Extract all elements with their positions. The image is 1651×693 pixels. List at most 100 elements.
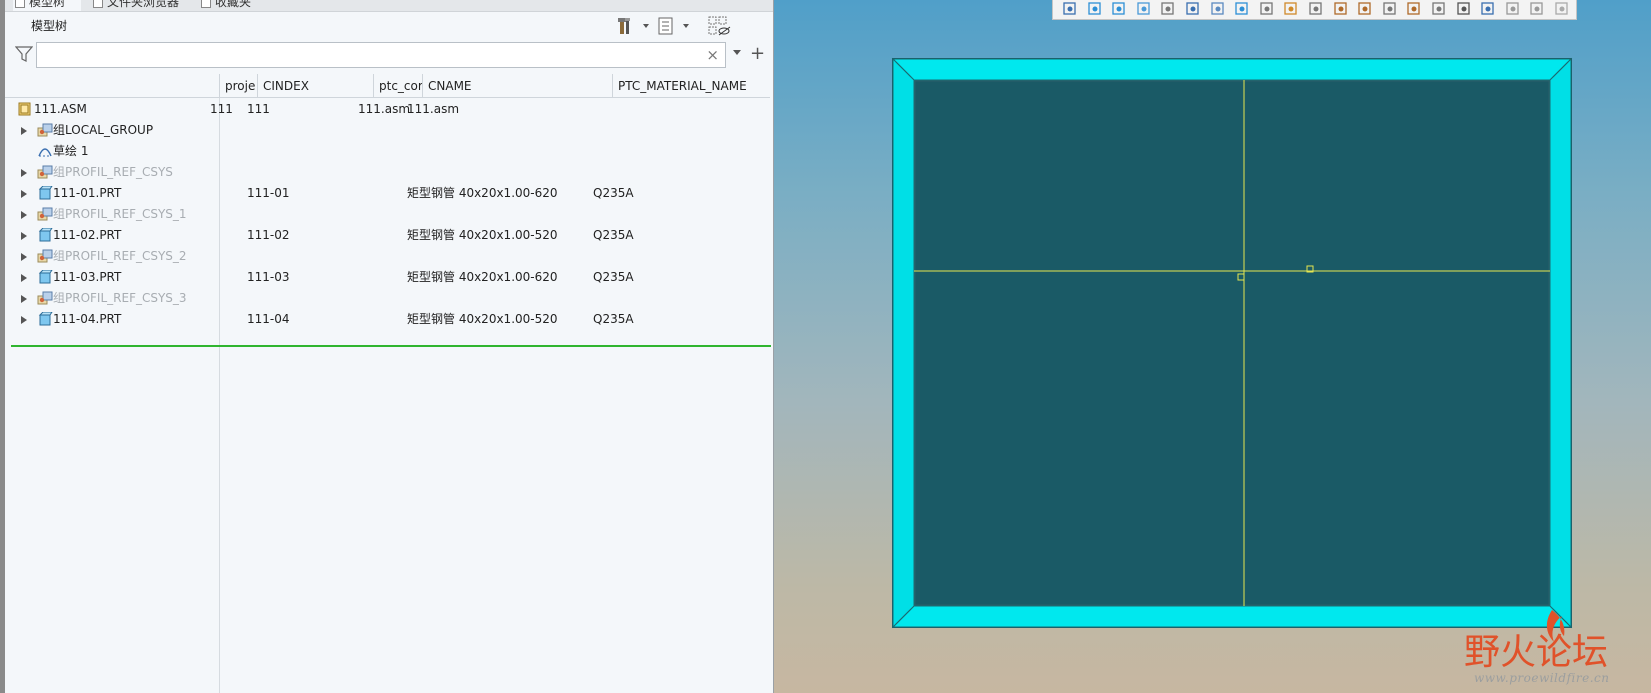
settings-tools-icon[interactable] — [617, 16, 651, 36]
network-icon[interactable] — [1479, 1, 1497, 17]
axis-display-icon[interactable] — [1356, 1, 1374, 17]
tree-row-name[interactable]: 组PROFIL_REF_CSYS_3 — [53, 287, 187, 309]
graphics-toolbar — [1052, 0, 1577, 20]
hide-items-icon[interactable] — [707, 16, 731, 36]
watermark-logo: 野火论坛 — [1464, 610, 1608, 670]
tree-row[interactable]: 组PROFIL_REF_CSYS_3 — [5, 287, 770, 309]
frame-outline — [892, 58, 1572, 628]
zoom-out-icon[interactable] — [1110, 1, 1128, 17]
cell-cname: 矩型钢管 40x20x1.00-520 — [407, 228, 558, 242]
cell-cindex: 111 — [247, 102, 270, 116]
expand-arrow-icon[interactable] — [21, 232, 27, 240]
expand-arrow-icon[interactable] — [21, 190, 27, 198]
watermark-text: 野火论坛 — [1464, 632, 1608, 670]
spin-icon[interactable] — [1455, 1, 1473, 17]
column-header-material[interactable]: PTC_MATERIAL_NAME — [612, 74, 770, 98]
graphics-window[interactable]: 野火论坛 www.proewildfire.cn — [774, 0, 1651, 693]
search-dropdown-icon[interactable] — [733, 50, 741, 55]
tree-row-name[interactable]: 111-03.PRT — [53, 266, 121, 288]
panel-title: 模型树 — [31, 19, 68, 33]
cell-material: Q235A — [593, 228, 634, 242]
section-icon[interactable] — [1282, 1, 1300, 17]
expand-arrow-icon[interactable] — [21, 295, 27, 303]
model-tree: 111.ASM 111 111 111.asm 111.asm 组LOCAL_GROUP 草… — [5, 98, 771, 693]
tree-row[interactable]: 组PROFIL_REF_CSYS_1 — [5, 203, 770, 225]
tree-row[interactable]: 组PROFIL_REF_CSYS — [5, 161, 770, 183]
display-style-icon[interactable] — [1233, 1, 1251, 17]
tree-row[interactable]: 111-03.PRT 111-03 矩型钢管 40x20x1.00-620 Q235A — [5, 266, 770, 288]
tab-folder-browser[interactable]: 文件夹浏览器 — [93, 0, 180, 11]
expand-arrow-icon[interactable] — [21, 211, 27, 219]
repaint-icon[interactable] — [1135, 1, 1153, 17]
cell-material: Q235A — [593, 186, 634, 200]
clear-icon[interactable]: × — [706, 46, 719, 64]
tree-row[interactable]: 草绘 1 — [5, 140, 770, 162]
expand-arrow-icon[interactable] — [21, 274, 27, 282]
tree-row-name[interactable]: 111-02.PRT — [53, 224, 121, 246]
tree-row[interactable]: 111-02.PRT 111-02 矩型钢管 40x20x1.00-520 Q235A — [5, 224, 770, 246]
refit-icon[interactable] — [1061, 1, 1079, 17]
column-header-proje[interactable]: proje — [219, 74, 257, 98]
tree-row-name[interactable]: 111-01.PRT — [53, 182, 121, 204]
favorites-tab-icon — [201, 0, 211, 8]
pause-icon[interactable] — [1528, 1, 1546, 17]
column-header-ptc-common-name[interactable]: ptc_cor — [373, 74, 422, 98]
tree-column-header: proje CINDEX ptc_cor CNAME PTC_MATERIAL_… — [5, 74, 770, 98]
cell-material: Q235A — [593, 270, 634, 284]
point-display-icon[interactable] — [1381, 1, 1399, 17]
tree-row[interactable]: 111-01.PRT 111-01 矩型钢管 40x20x1.00-620 Q235A — [5, 182, 770, 204]
warning-icon[interactable] — [1504, 1, 1522, 17]
navigator-tabs: 模型树 文件夹浏览器 收藏夹 — [5, 0, 773, 12]
datum-display-icon[interactable] — [1307, 1, 1325, 17]
tree-row[interactable]: 组LOCAL_GROUP — [5, 119, 770, 141]
tab-favorites[interactable]: 收藏夹 — [201, 0, 252, 11]
tree-row-name[interactable]: 组PROFIL_REF_CSYS_1 — [53, 203, 187, 225]
spin-center-icon[interactable] — [1159, 1, 1177, 17]
cell-cindex: 111-01 — [247, 186, 290, 200]
tree-row-name[interactable]: 组PROFIL_REF_CSYS_2 — [53, 245, 187, 267]
cell-material: Q235A — [593, 312, 634, 326]
perspective-icon[interactable] — [1258, 1, 1276, 17]
expand-arrow-icon[interactable] — [21, 253, 27, 261]
view-manager-icon[interactable] — [1209, 1, 1227, 17]
tab-label: 文件夹浏览器 — [107, 0, 180, 9]
column-header-cindex[interactable]: CINDEX — [257, 74, 373, 98]
tree-row-name[interactable]: 111.ASM — [34, 98, 87, 120]
tree-row[interactable]: 111.ASM 111 111 111.asm 111.asm — [5, 98, 770, 120]
expand-arrow-icon[interactable] — [21, 169, 27, 177]
frame-right-member[interactable] — [1549, 57, 1572, 629]
cell-cname: 111.asm — [407, 102, 460, 116]
tree-row[interactable]: 111-04.PRT 111-04 矩型钢管 40x20x1.00-520 Q235A — [5, 308, 770, 330]
model-tree-tab-icon — [15, 0, 25, 8]
expand-arrow-icon[interactable] — [21, 316, 27, 324]
tab-model-tree[interactable]: 模型树 — [13, 0, 81, 11]
expand-arrow-icon[interactable] — [21, 127, 27, 135]
zoom-in-icon[interactable] — [1086, 1, 1104, 17]
add-column-icon[interactable]: + — [750, 42, 765, 66]
tree-row-name[interactable]: 组LOCAL_GROUP — [53, 119, 153, 141]
cell-cindex: 111-04 — [247, 312, 290, 326]
plane-display-icon[interactable] — [1332, 1, 1350, 17]
model-frame-view[interactable] — [774, 0, 1651, 693]
navigator-panel: 模型树 文件夹浏览器 收藏夹 模型树 × + proje CINDEX ptc_… — [5, 0, 773, 693]
tab-label: 收藏夹 — [215, 0, 252, 9]
frame-left-member[interactable] — [892, 57, 915, 629]
show-tree-columns-icon[interactable] — [657, 16, 691, 36]
tree-row-name[interactable]: 草绘 1 — [53, 140, 88, 162]
search-input[interactable] — [41, 46, 691, 64]
insert-here-line[interactable] — [11, 345, 771, 347]
column-header-cname[interactable]: CNAME — [422, 74, 612, 98]
search-field[interactable]: × — [36, 42, 726, 68]
annotation-display-icon[interactable] — [1430, 1, 1448, 17]
saved-orientations-icon[interactable] — [1184, 1, 1202, 17]
tree-row-name[interactable]: 111-04.PRT — [53, 308, 121, 330]
cell-cname: 矩型钢管 40x20x1.00-620 — [407, 270, 558, 284]
tree-row-name[interactable]: 组PROFIL_REF_CSYS — [53, 161, 173, 183]
stop-icon[interactable] — [1553, 1, 1571, 17]
cell-cname: 矩型钢管 40x20x1.00-520 — [407, 312, 558, 326]
cell-proje: 111 — [210, 102, 233, 116]
filter-icon[interactable] — [15, 46, 33, 62]
csys-display-icon[interactable] — [1405, 1, 1423, 17]
frame-top-member[interactable] — [891, 58, 1573, 81]
tree-row[interactable]: 组PROFIL_REF_CSYS_2 — [5, 245, 770, 267]
